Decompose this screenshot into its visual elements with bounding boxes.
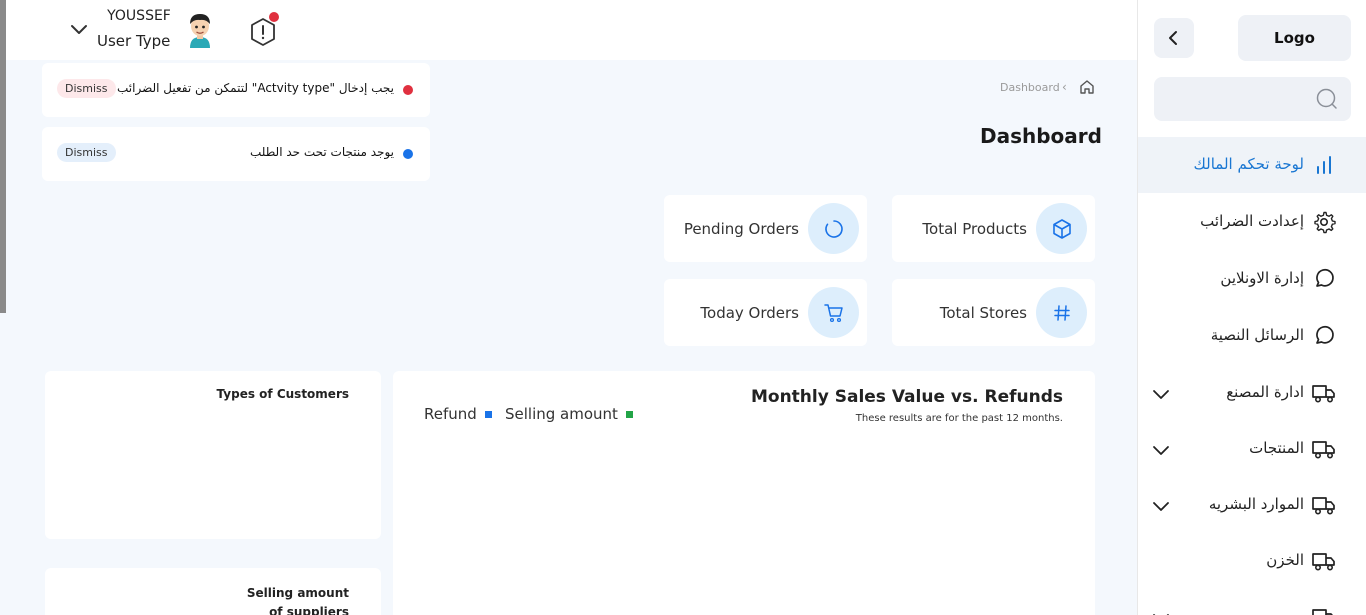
sidebar-item-sms[interactable]: الرسائل النصية [1138,308,1366,364]
chat-bubble-icon [1316,325,1334,344]
sidebar-item-label: لوحة تحكم المالك [1193,155,1305,173]
panel-title: Selling amount of suppliers [246,586,349,615]
sidebar-item-products[interactable]: المنتجات [1138,421,1366,477]
notification-tax-warning: يجب إدخال "Actvity type" لتتمكن من تفعيل… [42,63,430,117]
notification-text: يجب إدخال "Actvity type" لتتمكن من تفعيل… [117,81,394,95]
stat-card-total-products[interactable]: Total Products [892,195,1095,262]
truck-icon [1312,609,1333,615]
stat-label: Today Orders [700,304,799,322]
dismiss-button[interactable]: Dismiss [57,79,116,98]
collapse-sidebar-button[interactable] [1154,18,1194,58]
sidebar-item-owner-dashboard[interactable]: لوحة تحكم المالك [1138,137,1366,193]
chevron-down-icon[interactable] [1150,607,1172,615]
legend-swatch [484,410,492,418]
truck-icon [1312,497,1335,515]
chevron-down-icon[interactable] [1150,383,1172,405]
stat-card-total-stores[interactable]: Total Stores [892,279,1095,346]
notification-text: يوجد منتجات تحت حد الطلب [249,145,394,159]
status-dot [403,85,413,95]
sidebar-item-partial[interactable] [1138,589,1366,615]
legend-selling-amount[interactable]: Selling amount [505,405,633,423]
stat-label: Total Stores [939,304,1027,322]
customers-panel: Types of Customers [45,371,381,539]
chart-bars-icon [1317,156,1331,174]
cart-icon [808,287,859,338]
legend-label: Refund [424,405,477,423]
legend-refund[interactable]: Refund [424,405,492,423]
box-icon [1036,203,1087,254]
truck-icon [1312,553,1335,571]
top-bar: YOUSSEF User Type [6,0,1137,60]
sidebar-item-label: الرسائل النصية [1210,326,1304,344]
suppliers-panel: Selling amount of suppliers [45,568,381,615]
chevron-down-icon[interactable] [1150,495,1172,517]
sidebar-item-label: إعدادت الضرائب [1200,212,1304,230]
user-name: YOUSSEF [107,8,171,24]
sidebar-item-label: إدارة الاونلاين [1220,269,1304,287]
breadcrumb[interactable]: Dashboard [1000,81,1060,94]
sidebar: Logo لوحة تحكم المالك إعدادت الضرائب إدا… [1137,0,1366,615]
sidebar-item-treasury[interactable]: الخزن [1138,533,1366,589]
page-title: Dashboard [980,124,1102,148]
legend-swatch [625,410,633,418]
stat-label: Pending Orders [683,220,799,238]
chart-subtitle: These results are for the past 12 months… [855,413,1063,424]
home-icon[interactable] [1078,78,1096,96]
chevron-down-icon[interactable] [67,17,91,41]
sidebar-item-hr[interactable]: الموارد البشريه [1138,477,1366,533]
stat-card-pending-orders[interactable]: Pending Orders [664,195,867,262]
sidebar-search[interactable] [1154,77,1351,121]
sidebar-item-tax-settings[interactable]: إعدادت الضرائب [1138,194,1366,250]
loader-icon [808,203,859,254]
stat-card-today-orders[interactable]: Today Orders [664,279,867,346]
panel-title: Types of Customers [216,387,349,401]
chevron-left-icon [1169,31,1177,45]
sidebar-item-label: المنتجات [1249,439,1304,457]
sidebar-item-factory[interactable]: ادارة المصنع [1138,365,1366,421]
sidebar-item-label: ادارة المصنع [1226,383,1304,401]
hash-icon [1036,287,1087,338]
truck-icon [1312,385,1335,403]
sidebar-item-label: الموارد البشريه [1208,495,1304,513]
gear-icon [1314,211,1336,234]
avatar[interactable] [184,10,216,50]
breadcrumb-separator-icon: ‹ [1062,80,1067,94]
chat-bubble-icon [1316,268,1334,287]
notification-dot [269,12,279,22]
user-type: User Type [97,32,171,50]
legend-label: Selling amount [505,405,618,423]
status-dot [403,149,413,159]
notification-stock-warning: يوجد منتجات تحت حد الطلب Dismiss [42,127,430,181]
search-icon[interactable] [1315,87,1339,111]
chart-title: Monthly Sales Value vs. Refunds [750,387,1063,407]
logo[interactable]: Logo [1238,15,1351,61]
chevron-down-icon[interactable] [1150,439,1172,461]
truck-icon [1312,441,1335,459]
sidebar-item-label: الخزن [1266,551,1304,569]
sales-chart-panel: Monthly Sales Value vs. Refunds These re… [393,371,1095,615]
dismiss-button[interactable]: Dismiss [57,143,116,162]
sidebar-item-online-management[interactable]: إدارة الاونلاين [1138,251,1366,307]
stat-label: Total Products [922,220,1027,238]
